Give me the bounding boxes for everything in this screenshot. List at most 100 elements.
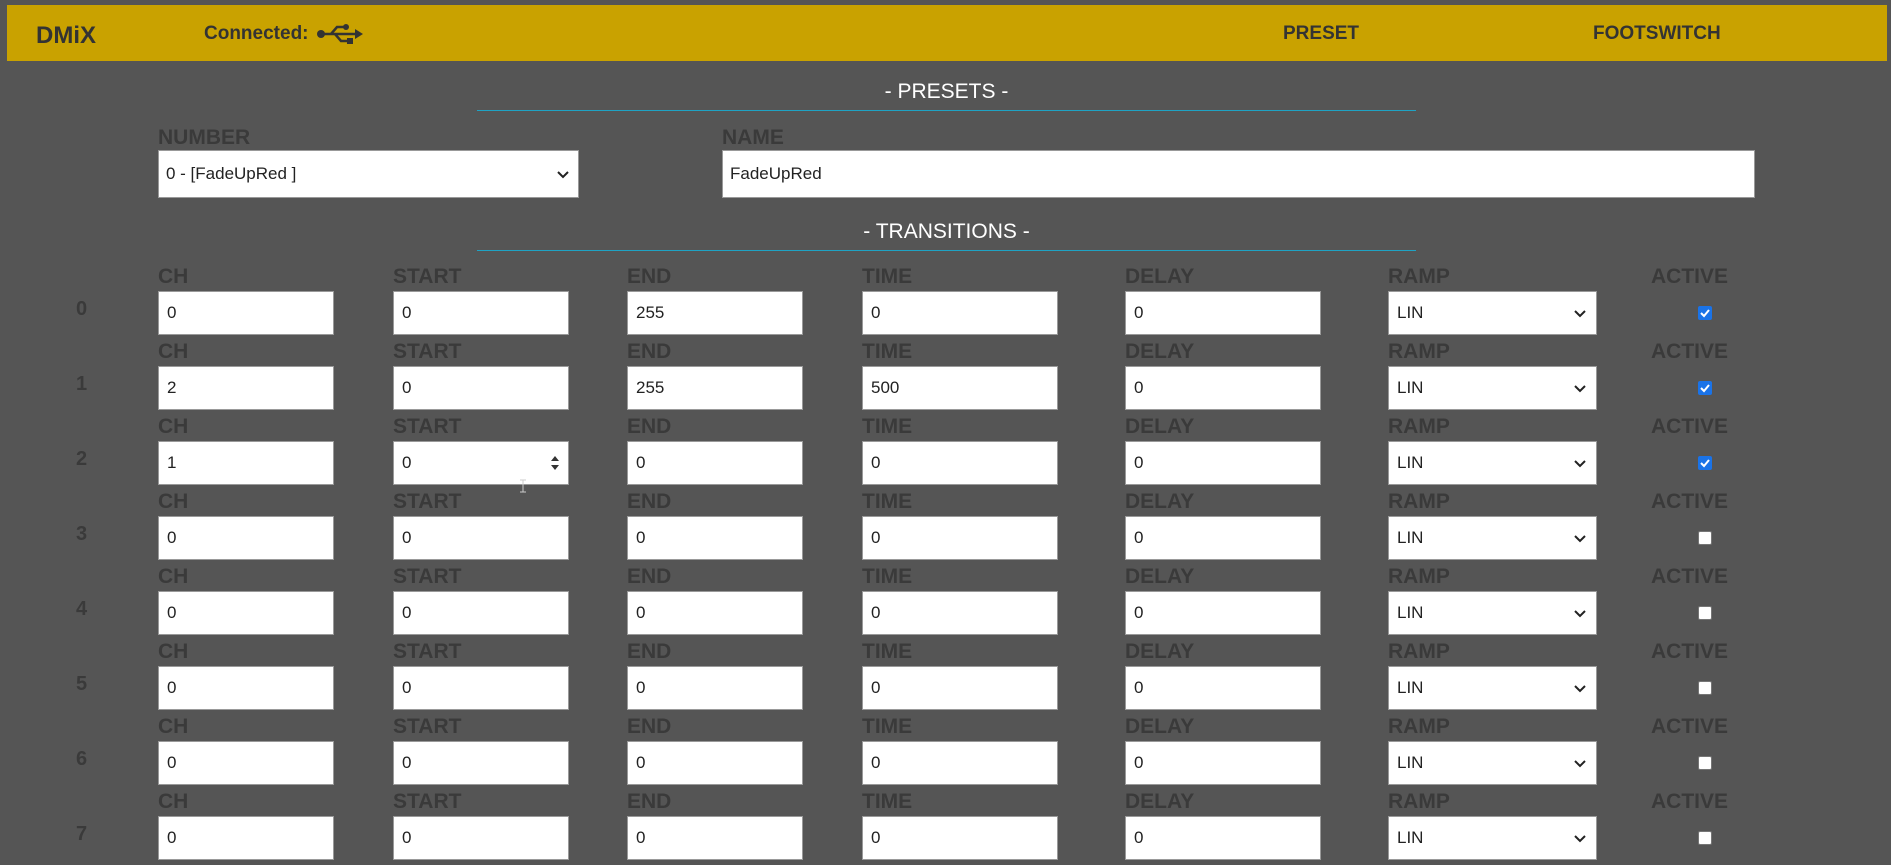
ramp-select[interactable]: LIN bbox=[1388, 666, 1597, 710]
delay-input[interactable]: 0 bbox=[1125, 591, 1321, 635]
delay-input[interactable]: 0 bbox=[1125, 366, 1321, 410]
ramp-label: RAMP bbox=[1388, 565, 1450, 588]
nav-footswitch-link[interactable]: FOOTSWITCH bbox=[1593, 23, 1721, 45]
active-checkbox[interactable] bbox=[1698, 606, 1712, 620]
transition-row-index: 3 bbox=[76, 523, 88, 545]
ch-input[interactable]: 0 bbox=[158, 741, 334, 785]
usb-icon bbox=[316, 23, 363, 45]
end-input[interactable]: 255 bbox=[627, 291, 803, 335]
end-input[interactable]: 0 bbox=[627, 591, 803, 635]
end-label: END bbox=[627, 640, 672, 663]
ch-input[interactable]: 0 bbox=[158, 591, 334, 635]
time-label: TIME bbox=[862, 565, 913, 588]
start-value: 0 bbox=[402, 828, 412, 847]
delay-label: DELAY bbox=[1125, 565, 1195, 588]
connection-status: Connected: bbox=[204, 23, 363, 45]
preset-number-select[interactable]: 0 - [FadeUpRed ] bbox=[158, 150, 579, 198]
ch-input[interactable]: 1 bbox=[158, 441, 334, 485]
start-input[interactable]: 0 bbox=[393, 441, 569, 485]
connection-label: Connected: bbox=[204, 23, 309, 44]
ch-input[interactable]: 0 bbox=[158, 291, 334, 335]
start-input[interactable]: 0 bbox=[393, 591, 569, 635]
active-label: ACTIVE bbox=[1651, 715, 1729, 738]
delay-input[interactable]: 0 bbox=[1125, 291, 1321, 335]
ramp-select[interactable]: LIN bbox=[1388, 741, 1597, 785]
preset-name-input[interactable] bbox=[722, 150, 1755, 198]
active-checkbox[interactable] bbox=[1698, 381, 1712, 395]
ramp-select[interactable]: LIN bbox=[1388, 516, 1597, 560]
time-input[interactable]: 0 bbox=[862, 591, 1058, 635]
start-value: 0 bbox=[402, 753, 412, 772]
ch-input[interactable]: 0 bbox=[158, 816, 334, 860]
delay-input[interactable]: 0 bbox=[1125, 741, 1321, 785]
start-input[interactable]: 0 bbox=[393, 666, 569, 710]
ch-value: 0 bbox=[167, 528, 177, 547]
active-label: ACTIVE bbox=[1651, 490, 1729, 513]
active-label: ACTIVE bbox=[1651, 265, 1729, 288]
start-input[interactable]: 0 bbox=[393, 741, 569, 785]
ramp-select[interactable]: LIN bbox=[1388, 366, 1597, 410]
active-checkbox[interactable] bbox=[1698, 306, 1712, 320]
ch-value: 0 bbox=[167, 603, 177, 622]
active-checkbox[interactable] bbox=[1698, 531, 1712, 545]
delay-input[interactable]: 0 bbox=[1125, 816, 1321, 860]
start-label: START bbox=[393, 415, 462, 438]
number-spinner-icon[interactable] bbox=[550, 454, 560, 472]
time-input[interactable]: 0 bbox=[862, 741, 1058, 785]
start-input[interactable]: 0 bbox=[393, 291, 569, 335]
start-input[interactable]: 0 bbox=[393, 816, 569, 860]
delay-label: DELAY bbox=[1125, 715, 1195, 738]
end-input[interactable]: 0 bbox=[627, 741, 803, 785]
ramp-select[interactable]: LIN bbox=[1388, 591, 1597, 635]
brand-logo[interactable]: DMiX bbox=[36, 22, 96, 50]
transition-row: 3 CH 0 START 0 END 0 TIME 0 DELAY 0 RAMP LIN ACTIVE bbox=[0, 487, 1891, 562]
start-label: START bbox=[393, 640, 462, 663]
active-checkbox[interactable] bbox=[1698, 756, 1712, 770]
time-input[interactable]: 0 bbox=[862, 516, 1058, 560]
end-input[interactable]: 0 bbox=[627, 816, 803, 860]
active-checkbox[interactable] bbox=[1698, 831, 1712, 845]
ch-input[interactable]: 0 bbox=[158, 516, 334, 560]
delay-value: 0 bbox=[1134, 378, 1144, 397]
delay-input[interactable]: 0 bbox=[1125, 666, 1321, 710]
end-input[interactable]: 0 bbox=[627, 516, 803, 560]
delay-input[interactable]: 0 bbox=[1125, 516, 1321, 560]
chevron-down-icon bbox=[1574, 535, 1586, 543]
preset-name-label: NAME bbox=[722, 126, 784, 149]
start-input[interactable]: 0 bbox=[393, 366, 569, 410]
end-input[interactable]: 0 bbox=[627, 666, 803, 710]
active-checkbox[interactable] bbox=[1698, 456, 1712, 470]
time-input[interactable]: 0 bbox=[862, 666, 1058, 710]
start-label: START bbox=[393, 265, 462, 288]
transition-row-index: 1 bbox=[76, 373, 88, 395]
time-input[interactable]: 0 bbox=[862, 441, 1058, 485]
start-label: START bbox=[393, 790, 462, 813]
time-value: 500 bbox=[871, 378, 900, 397]
ramp-select[interactable]: LIN bbox=[1388, 291, 1597, 335]
active-checkbox[interactable] bbox=[1698, 681, 1712, 695]
nav-preset-link[interactable]: PRESET bbox=[1283, 23, 1359, 45]
time-input[interactable]: 500 bbox=[862, 366, 1058, 410]
start-input[interactable]: 0 bbox=[393, 516, 569, 560]
time-value: 0 bbox=[871, 528, 881, 547]
delay-label: DELAY bbox=[1125, 265, 1195, 288]
transition-row-index: 7 bbox=[76, 823, 88, 845]
time-value: 0 bbox=[871, 828, 881, 847]
end-input[interactable]: 0 bbox=[627, 441, 803, 485]
end-input[interactable]: 255 bbox=[627, 366, 803, 410]
active-label: ACTIVE bbox=[1651, 415, 1729, 438]
time-label: TIME bbox=[862, 340, 913, 363]
ch-input[interactable]: 0 bbox=[158, 666, 334, 710]
ramp-select[interactable]: LIN bbox=[1388, 441, 1597, 485]
ch-value: 2 bbox=[167, 378, 177, 397]
active-label: ACTIVE bbox=[1651, 640, 1729, 663]
end-label: END bbox=[627, 265, 672, 288]
ch-input[interactable]: 2 bbox=[158, 366, 334, 410]
ramp-select[interactable]: LIN bbox=[1388, 816, 1597, 860]
preset-number-label: NUMBER bbox=[158, 126, 251, 149]
ramp-label: RAMP bbox=[1388, 790, 1450, 813]
time-input[interactable]: 0 bbox=[862, 816, 1058, 860]
end-value: 255 bbox=[636, 303, 665, 322]
delay-input[interactable]: 0 bbox=[1125, 441, 1321, 485]
time-input[interactable]: 0 bbox=[862, 291, 1058, 335]
